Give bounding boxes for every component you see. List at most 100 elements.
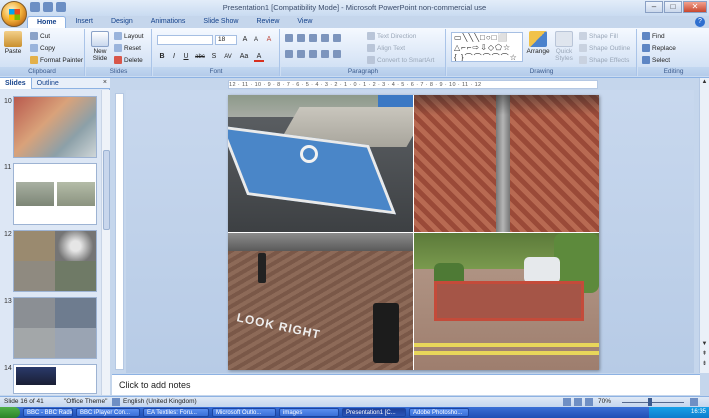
columns-icon[interactable]: [333, 50, 341, 58]
slide-thumbnail-10[interactable]: [13, 96, 97, 158]
font-name-combo[interactable]: [157, 35, 213, 45]
tab-outline[interactable]: Outline: [32, 78, 64, 89]
tab-insert[interactable]: Insert: [66, 16, 102, 28]
taskbar-item[interactable]: images: [279, 408, 339, 417]
look-right-caption: LOOK RIGHT: [235, 310, 322, 342]
layout-button[interactable]: Layout: [114, 32, 144, 40]
select-button[interactable]: Select: [642, 56, 670, 64]
taskbar-item[interactable]: BBC - BBC Radio...: [23, 408, 73, 417]
shapes-gallery[interactable]: ▭╲╲╲□○□⬜ △⌐⌐⇨⇩◇⬠☆{ }⌒⌒⌒⌒⌒☆: [451, 32, 523, 62]
tab-slide-show[interactable]: Slide Show: [194, 16, 247, 28]
fit-to-window-icon[interactable]: [690, 398, 698, 406]
tab-view[interactable]: View: [288, 16, 321, 28]
paragraph-label: Paragraph: [281, 67, 445, 76]
convert-smartart-button[interactable]: Convert to SmartArt: [367, 56, 434, 64]
slide-show-icon[interactable]: [585, 398, 593, 406]
font-color-button[interactable]: A: [254, 52, 264, 62]
slide-sorter-icon[interactable]: [574, 398, 582, 406]
photo-brick-drainage[interactable]: [414, 95, 599, 232]
scroll-up-icon[interactable]: ▲: [700, 78, 709, 87]
font-size-combo[interactable]: 18: [215, 35, 237, 45]
quick-styles-button[interactable]: Quick Styles: [552, 31, 576, 62]
shape-effects-button[interactable]: Shape Effects: [579, 56, 629, 64]
minimize-button[interactable]: –: [645, 1, 663, 13]
italic-button[interactable]: I: [169, 52, 179, 62]
cut-button[interactable]: Cut: [30, 32, 50, 40]
slide-number: 10: [4, 98, 12, 105]
office-button[interactable]: [1, 1, 27, 27]
shrink-font-button[interactable]: A: [251, 35, 261, 45]
close-button[interactable]: ✕: [683, 1, 707, 13]
slides-pane-tabs: Slides Outline ×: [0, 78, 110, 89]
slide-thumbnail-12[interactable]: [13, 230, 97, 292]
align-left-icon[interactable]: [285, 50, 293, 58]
slide-thumbnail-11[interactable]: [13, 163, 97, 225]
replace-icon: [642, 44, 650, 52]
tab-home[interactable]: Home: [27, 16, 67, 28]
previous-slide-icon[interactable]: ⇞: [700, 350, 709, 359]
tab-review[interactable]: Review: [247, 16, 288, 28]
taskbar-item[interactable]: BBC iPlayer Con...: [76, 408, 140, 417]
taskbar: BBC - BBC Radio... BBC iPlayer Con... EA…: [0, 407, 709, 418]
shadow-button[interactable]: S: [209, 52, 219, 62]
taskbar-item[interactable]: Adobe Photosho...: [409, 408, 469, 417]
shape-fill-button[interactable]: Shape Fill: [579, 32, 618, 40]
char-spacing-button[interactable]: AV: [221, 52, 235, 62]
current-slide[interactable]: LOOK RIGHT: [228, 95, 599, 370]
bold-button[interactable]: B: [157, 52, 167, 62]
photo-look-right[interactable]: LOOK RIGHT: [228, 233, 413, 370]
tab-slides[interactable]: Slides: [0, 78, 32, 89]
copy-button[interactable]: Copy: [30, 44, 55, 52]
align-right-icon[interactable]: [309, 50, 317, 58]
pane-close-icon[interactable]: ×: [103, 79, 107, 86]
new-slide-button[interactable]: New Slide: [89, 31, 111, 62]
taskbar-item[interactable]: Microsoft Outlo...: [212, 408, 276, 417]
spellcheck-icon[interactable]: [112, 398, 120, 406]
slide-thumbnail-13[interactable]: [13, 297, 97, 359]
arrange-button[interactable]: Arrange: [526, 31, 550, 55]
maximize-button[interactable]: □: [664, 1, 682, 13]
grow-font-button[interactable]: A: [240, 35, 250, 45]
photo-red-brick-driveway[interactable]: [414, 233, 599, 370]
zoom-level[interactable]: 70%: [598, 397, 611, 407]
normal-view-icon[interactable]: [563, 398, 571, 406]
decrease-indent-icon[interactable]: [309, 34, 317, 42]
scroll-down-icon[interactable]: ▼: [700, 340, 709, 349]
zoom-slider[interactable]: [622, 402, 684, 403]
scroll-thumb[interactable]: [103, 150, 110, 230]
slide-thumbnail-14[interactable]: [13, 364, 97, 394]
format-painter-button[interactable]: Format Painter: [30, 56, 83, 64]
tab-design[interactable]: Design: [102, 16, 142, 28]
clear-format-button[interactable]: A: [264, 35, 274, 45]
align-center-icon[interactable]: [297, 50, 305, 58]
next-slide-icon[interactable]: ⇟: [700, 360, 709, 369]
bullets-icon[interactable]: [285, 34, 293, 42]
change-case-button[interactable]: Aa: [237, 52, 251, 62]
line-spacing-icon[interactable]: [333, 34, 341, 42]
justify-icon[interactable]: [321, 50, 329, 58]
paste-button[interactable]: Paste: [4, 31, 22, 55]
taskbar-item[interactable]: EA Textiles: Foru...: [143, 408, 209, 417]
text-direction-button[interactable]: Text Direction: [367, 32, 416, 40]
font-label: Font: [153, 67, 279, 76]
strikethrough-button[interactable]: abc: [193, 52, 207, 62]
find-button[interactable]: Find: [642, 32, 665, 40]
notes-pane[interactable]: Click to add notes: [112, 374, 700, 395]
replace-button[interactable]: Replace: [642, 44, 676, 52]
delete-button[interactable]: Delete: [114, 56, 143, 64]
reset-button[interactable]: Reset: [114, 44, 141, 52]
vertical-scrollbar[interactable]: ▲ ▼ ⇞ ⇟: [699, 78, 709, 373]
zoom-slider-thumb[interactable]: [648, 398, 652, 406]
numbering-icon[interactable]: [297, 34, 305, 42]
align-text-button[interactable]: Align Text: [367, 44, 405, 52]
underline-button[interactable]: U: [181, 52, 191, 62]
language[interactable]: English (United Kingdom): [123, 397, 197, 407]
slides-pane-scrollbar[interactable]: [101, 90, 110, 395]
help-icon[interactable]: ?: [695, 17, 705, 27]
photo-disabled-parking[interactable]: [228, 95, 413, 232]
tab-animations[interactable]: Animations: [142, 16, 195, 28]
start-button[interactable]: [0, 407, 20, 418]
increase-indent-icon[interactable]: [321, 34, 329, 42]
shape-outline-button[interactable]: Shape Outline: [579, 44, 630, 52]
taskbar-item-active[interactable]: Presentation1 [C...: [342, 408, 406, 417]
